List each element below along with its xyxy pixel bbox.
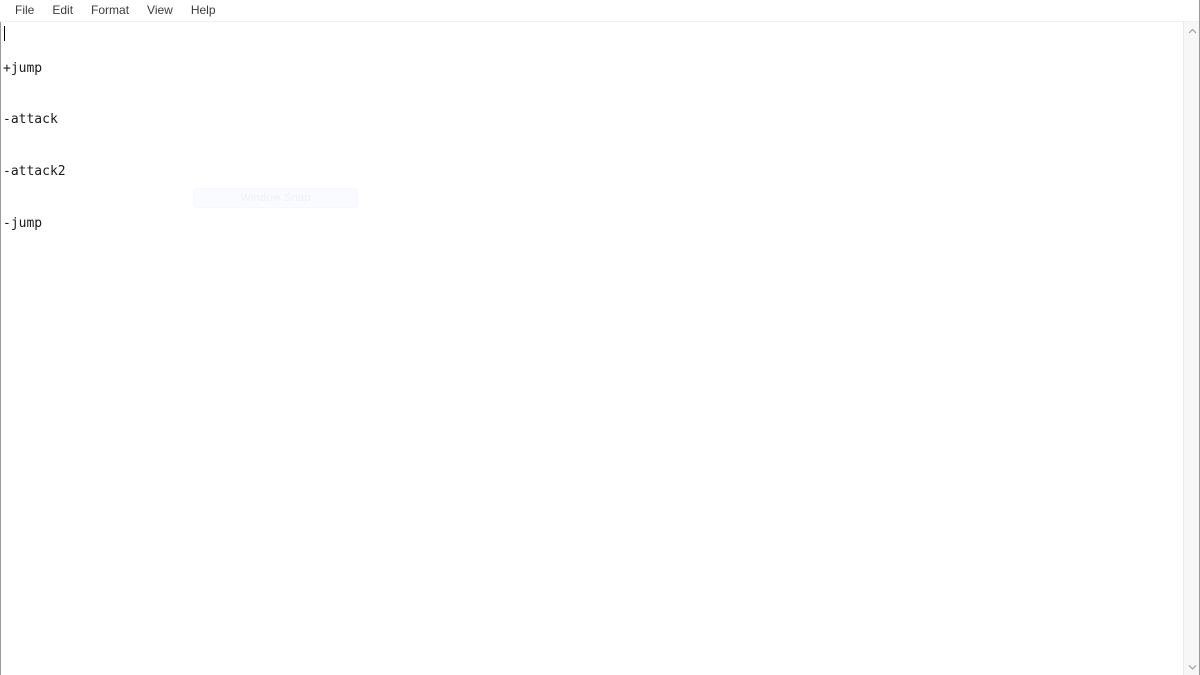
text-line: +jump [3,60,43,76]
vertical-scrollbar[interactable] [1183,22,1200,675]
scroll-up-arrow-icon[interactable] [1184,22,1200,39]
menu-item-file[interactable]: File [6,1,43,20]
text-caret [4,26,5,41]
menu-bar: File Edit Format View Help [0,0,1200,22]
text-editor-content[interactable]: +jump -attack -attack2 -jump [3,25,1183,267]
text-line: -attack2 [3,164,66,180]
menu-item-view[interactable]: View [138,1,182,20]
menu-item-format[interactable]: Format [82,1,138,20]
menu-item-help[interactable]: Help [182,1,225,20]
notepad-window: File Edit Format View Help +jump -attack… [0,0,1200,675]
menu-item-edit[interactable]: Edit [43,1,82,20]
scroll-down-arrow-icon[interactable] [1184,658,1200,675]
scrollbar-track[interactable] [1183,39,1200,658]
editor-area: +jump -attack -attack2 -jump Window Snap [0,22,1200,675]
text-editor-surface[interactable]: +jump -attack -attack2 -jump Window Snap [1,22,1183,675]
text-line: -jump [3,216,43,232]
text-line: -attack [3,112,58,128]
